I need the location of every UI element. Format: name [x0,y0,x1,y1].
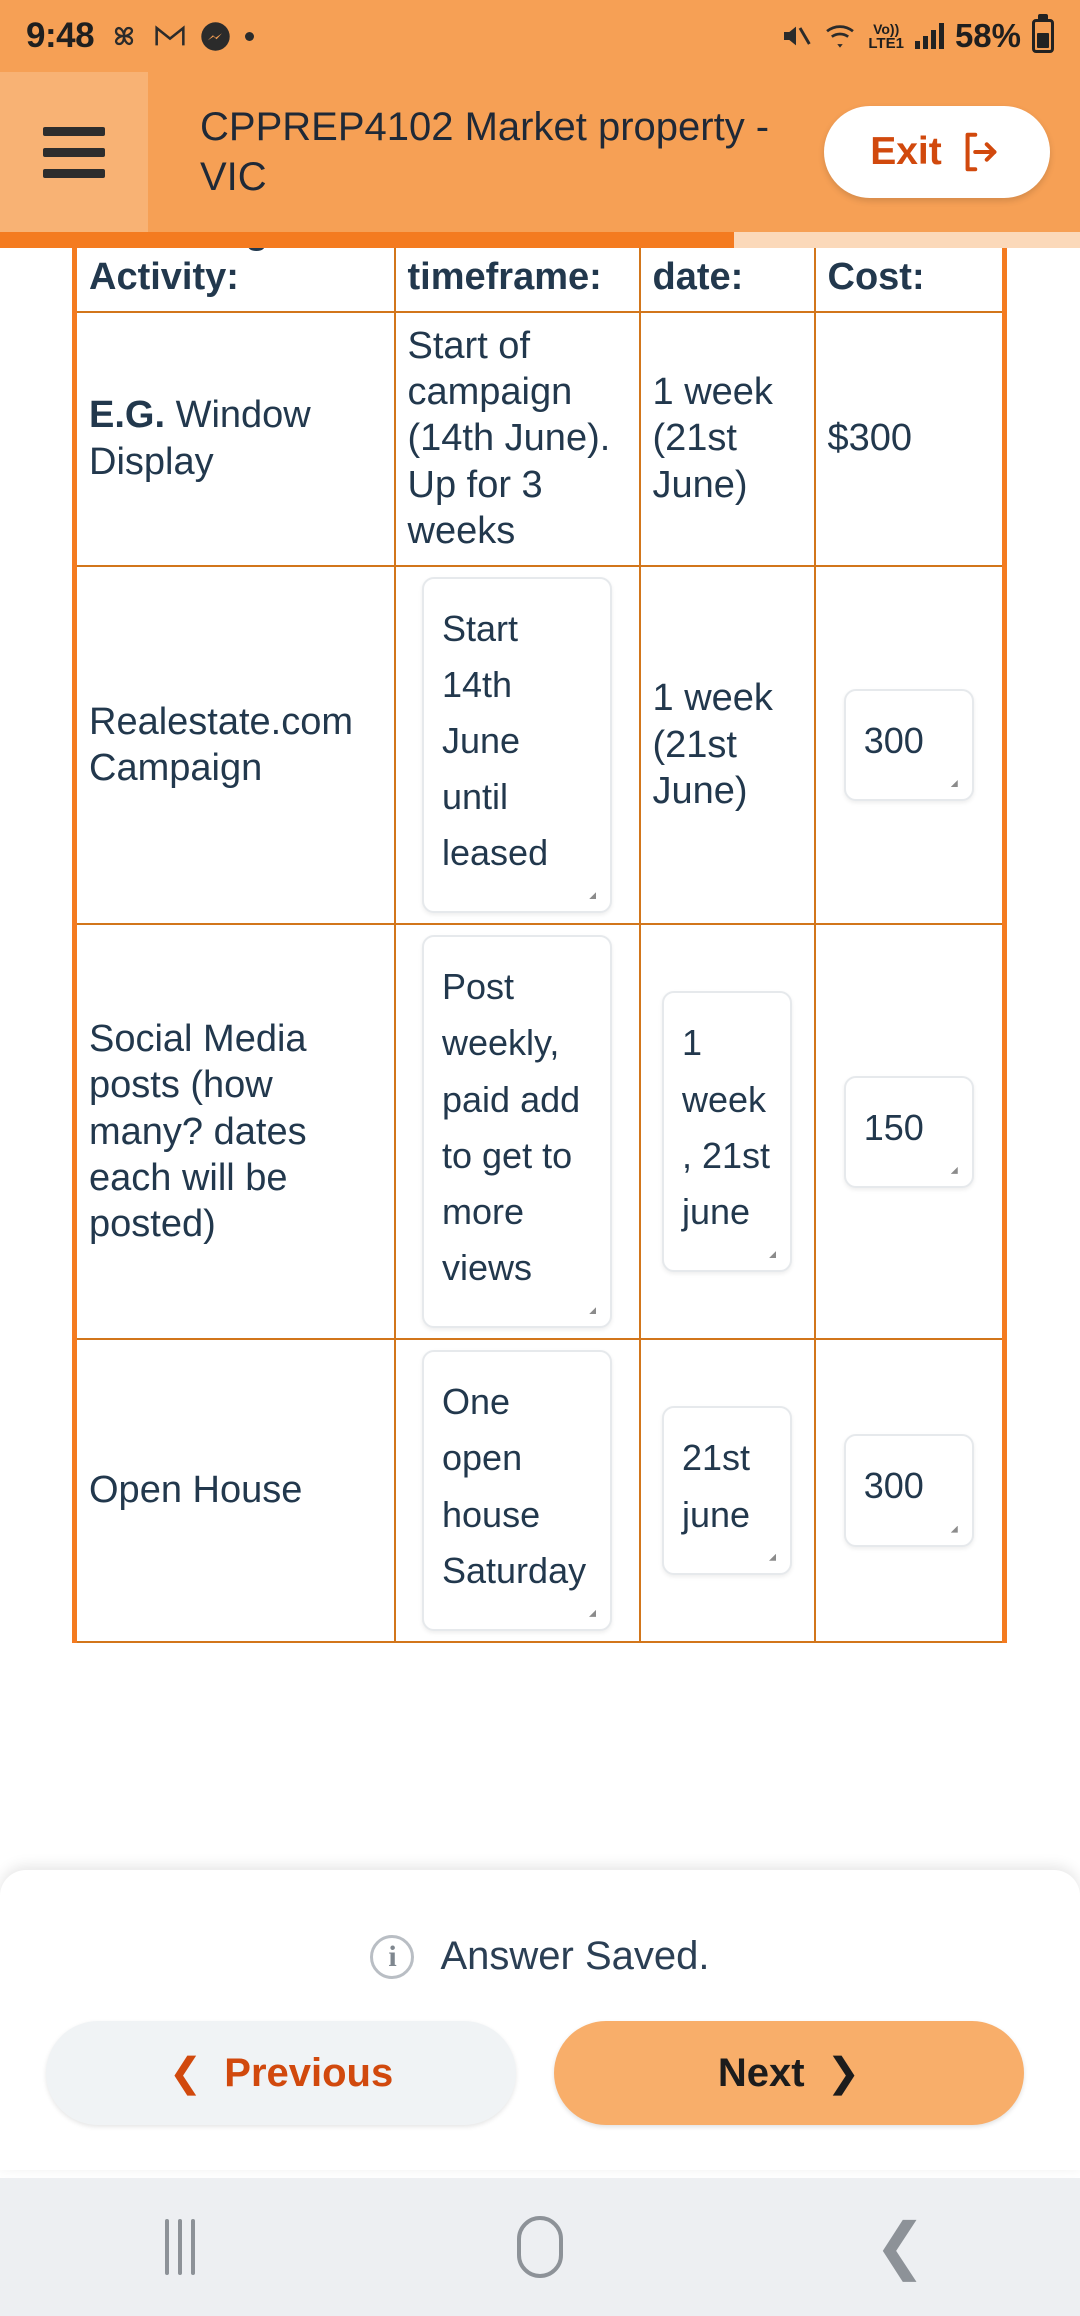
exit-button-label: Exit [870,130,942,173]
progress-bar [0,232,1080,248]
cell-cost: 300 [813,1338,1006,1643]
previous-button[interactable]: ❮ Previous [46,2021,516,2125]
page-title: CPPREP4102 Market property - VIC [200,105,770,199]
table-row: Realestate.com Campaign Start 14th June … [73,564,1006,926]
dot-icon [245,31,255,41]
app-root: 9:48 Vo)) LTE1 58% CPPREP4102 Market pro… [0,0,1080,2316]
status-bar: 9:48 Vo)) LTE1 58% [0,0,1080,72]
cost-input[interactable]: 150 [843,1075,974,1188]
back-button[interactable]: ❮ [815,2216,985,2278]
cost-input[interactable]: 300 [843,1434,974,1547]
status-bar-right: Vo)) LTE1 58% [780,17,1054,55]
back-icon: ❮ [874,2212,926,2281]
cell-timeframe: Start 14th June until leased [393,564,641,926]
cell-cost: $300 [813,310,1006,567]
home-icon [517,2216,563,2278]
table-header-row: Marketing Activity: Date and timeframe: … [73,248,1006,313]
example-prefix: E.G. [89,394,166,437]
recents-icon [165,2219,195,2275]
wifi-icon [823,21,857,51]
table-row: Social Media posts (how many? dates each… [73,923,1006,1341]
pinwheel-icon [108,20,140,52]
cell-timeframe: Post weekly, paid add to get to more vie… [393,923,641,1341]
review-date-input[interactable]: 1 week, 21st june [662,991,792,1273]
column-header-review: Review date: [638,248,816,313]
status-bar-left: 9:48 [26,16,255,56]
timeframe-input[interactable]: One open house Saturday [422,1350,612,1631]
navigation-buttons: ❮ Previous Next ❯ [0,1979,1080,2125]
android-navigation-bar: ❮ [0,2178,1080,2316]
mute-icon [780,21,812,51]
cell-review: 1 week (21st June) [638,310,816,567]
app-header: CPPREP4102 Market property - VIC Exit [0,72,1080,232]
column-header-activity: Marketing Activity: [73,248,396,313]
table-row: Open House One open house Saturday 21st … [73,1338,1006,1643]
answer-footer: i Answer Saved. ❮ Previous Next ❯ [0,1870,1080,2170]
cell-review: 1 week, 21st june [638,923,816,1341]
previous-button-label: Previous [224,2050,394,2095]
battery-percent: 58% [954,17,1021,54]
cell-activity: Social Media posts (how many? dates each… [73,923,396,1341]
column-header-cost: Cost: [813,248,1006,313]
home-button[interactable] [455,2216,625,2278]
next-button[interactable]: Next ❯ [554,2021,1024,2125]
column-header-timeframe: Date and timeframe: [393,248,641,313]
progress-bar-fill [0,232,735,248]
gmail-icon [154,23,186,49]
cell-timeframe: Start of campaign (14th June). Up for 3 … [393,310,641,567]
cell-review: 1 week (21st June) [638,564,816,926]
hamburger-icon [43,126,105,178]
status-time: 9:48 [26,16,95,55]
cell-cost: 150 [813,923,1006,1341]
exit-button[interactable]: Exit [824,106,1050,198]
marketing-activity-table: Marketing Activity: Date and timeframe: … [72,248,1007,1643]
save-status-text: Answer Saved. [440,1934,710,1978]
cell-timeframe: One open house Saturday [393,1338,641,1643]
volte-top: Vo)) [873,20,900,37]
question-content: Marketing Activity: Date and timeframe: … [0,248,1080,1870]
battery-icon [1032,19,1054,53]
cell-activity: E.G. Window Display [73,310,396,567]
cell-review: 21st june [638,1338,816,1643]
logout-icon [958,129,1004,175]
cost-input[interactable]: 300 [843,688,974,801]
cell-activity: Open House [73,1338,396,1643]
timeframe-input[interactable]: Post weekly, paid add to get to more vie… [422,935,612,1329]
save-status: i Answer Saved. [0,1870,1080,1979]
messenger-icon [200,21,231,52]
info-icon: i [370,1934,415,1979]
volte-icon: Vo)) LTE1 [868,22,904,51]
cell-activity: Realestate.com Campaign [73,564,396,926]
table-row: E.G. Window Display Start of campaign (1… [73,310,1006,567]
menu-button[interactable] [0,72,148,232]
signal-icon [914,23,944,49]
recents-button[interactable] [95,2219,265,2275]
chevron-left-icon: ❮ [168,2051,203,2095]
chevron-right-icon: ❯ [826,2051,861,2095]
review-date-input[interactable]: 21st june [662,1406,792,1575]
timeframe-input[interactable]: Start 14th June until leased [422,576,612,914]
cell-cost: 300 [813,564,1006,926]
volte-bottom: LTE1 [868,34,904,52]
next-button-label: Next [717,2050,805,2095]
